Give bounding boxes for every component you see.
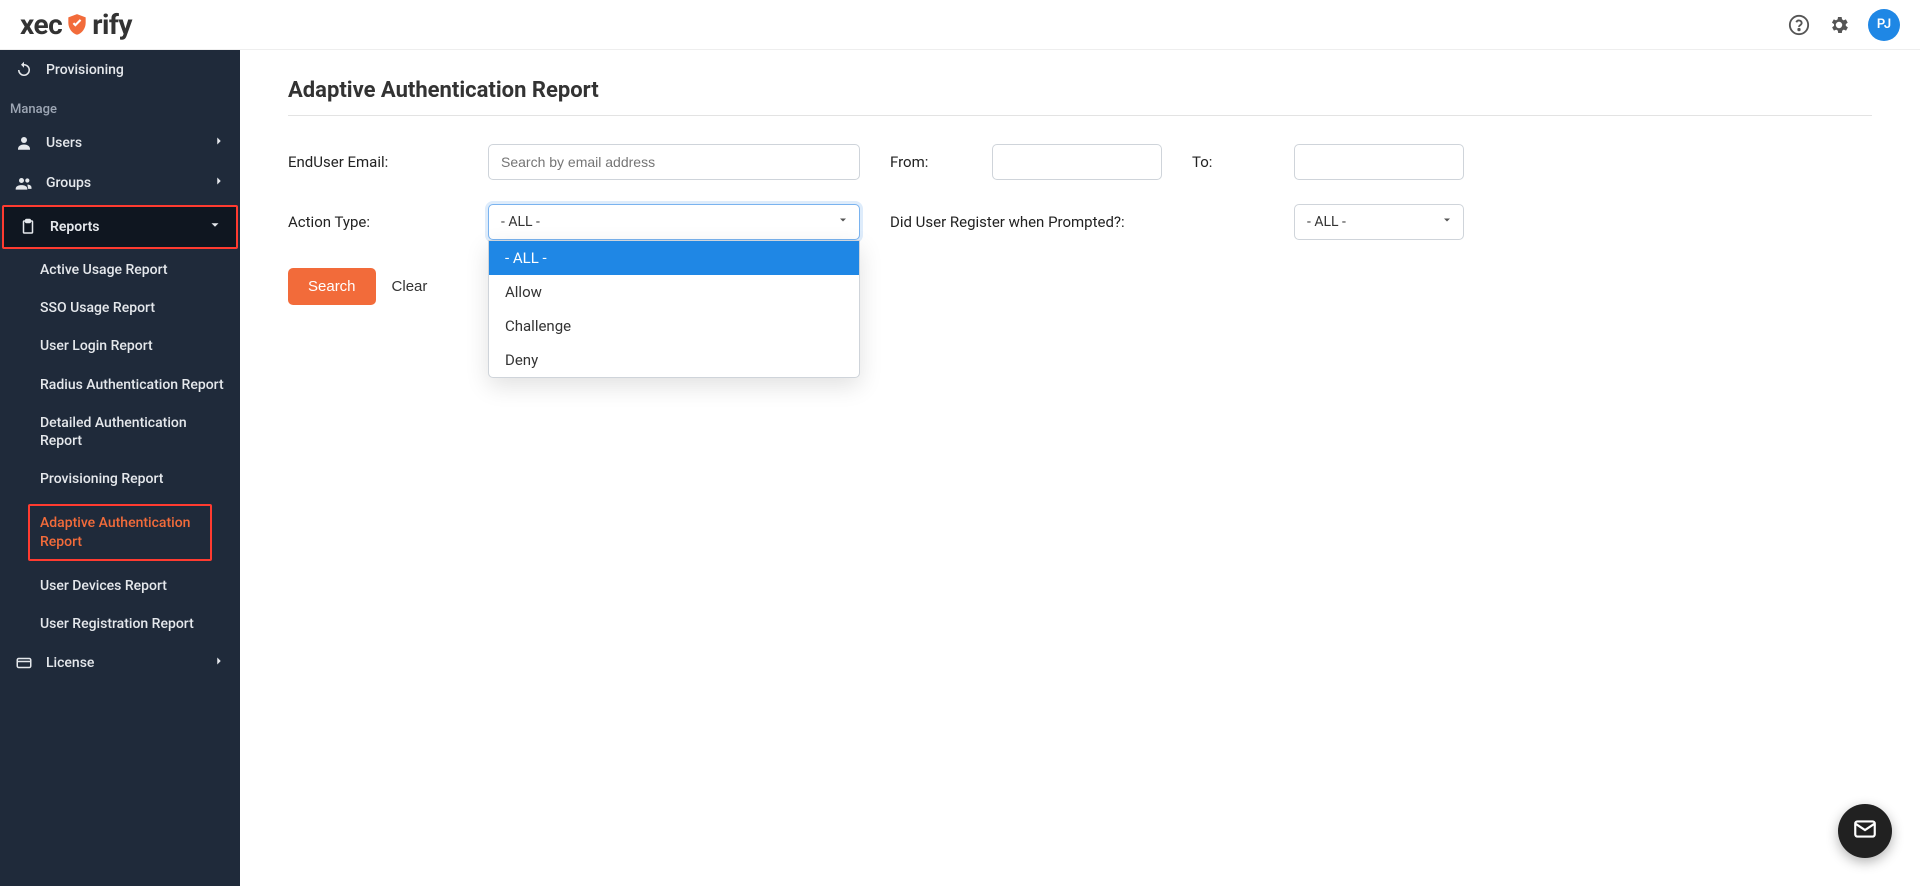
- action-type-label: Action Type:: [288, 213, 488, 231]
- sidebar-section-manage: Manage: [0, 90, 240, 123]
- action-type-select[interactable]: - ALL -: [488, 204, 860, 240]
- sidebar-item-reports[interactable]: Reports: [2, 205, 238, 249]
- sidebar-subitem-user-login[interactable]: User Login Report: [0, 327, 240, 365]
- sidebar-section-label: Manage: [10, 102, 57, 117]
- help-icon[interactable]: [1788, 14, 1810, 36]
- chevron-down-icon: [208, 218, 222, 236]
- chevron-right-icon: [212, 174, 226, 192]
- sidebar-item-provisioning[interactable]: Provisioning: [0, 50, 240, 90]
- dropdown-option-challenge[interactable]: Challenge: [489, 309, 859, 343]
- avatar-initials: PJ: [1877, 17, 1891, 32]
- sidebar-item-label: License: [46, 655, 94, 671]
- dropdown-option-allow[interactable]: Allow: [489, 275, 859, 309]
- clipboard-icon: [18, 217, 38, 237]
- filters: EndUser Email: From: To: Action Type:: [288, 144, 1872, 240]
- chevron-right-icon: [212, 654, 226, 672]
- sidebar-item-groups[interactable]: Groups: [0, 163, 240, 203]
- search-button[interactable]: Search: [288, 268, 376, 305]
- chevron-down-icon: [837, 214, 849, 230]
- dropdown-option-deny[interactable]: Deny: [489, 343, 859, 377]
- action-type-selected: - ALL -: [501, 214, 540, 230]
- chat-fab[interactable]: [1838, 804, 1892, 858]
- chevron-down-icon: [1441, 214, 1453, 230]
- card-icon: [14, 653, 34, 673]
- shield-check-icon: [64, 12, 90, 38]
- topbar-right: PJ: [1788, 9, 1900, 41]
- action-type-dropdown: - ALL - Allow Challenge Deny: [488, 240, 860, 378]
- sidebar-subitem-user-registration[interactable]: User Registration Report: [0, 605, 240, 643]
- register-prompt-selected: - ALL -: [1307, 214, 1346, 230]
- sidebar-item-users[interactable]: Users: [0, 123, 240, 163]
- brand-text-post: rify: [92, 8, 132, 41]
- sidebar-item-label: Groups: [46, 175, 91, 191]
- avatar[interactable]: PJ: [1868, 9, 1900, 41]
- brand-text-pre: xec: [20, 8, 62, 41]
- mail-icon: [1852, 816, 1878, 846]
- from-label: From:: [890, 153, 992, 171]
- register-prompt-select[interactable]: - ALL -: [1294, 204, 1464, 240]
- sidebar-item-label: Provisioning: [46, 62, 124, 78]
- sidebar-subitem-radius-auth[interactable]: Radius Authentication Report: [0, 366, 240, 404]
- sidebar-item-license[interactable]: License: [0, 643, 240, 683]
- filter-row-2: Action Type: - ALL - - ALL - Allow Chall…: [288, 204, 1872, 240]
- register-prompt-label: Did User Register when Prompted?:: [890, 213, 1294, 231]
- enduser-email-input[interactable]: [488, 144, 860, 180]
- enduser-email-label: EndUser Email:: [288, 153, 488, 171]
- sidebar-subitem-provisioning-report[interactable]: Provisioning Report: [0, 460, 240, 498]
- sidebar-subitem-active-usage[interactable]: Active Usage Report: [0, 251, 240, 289]
- sidebar-item-label: Users: [46, 135, 82, 151]
- groups-icon: [14, 173, 34, 193]
- sidebar-subitem-sso-usage[interactable]: SSO Usage Report: [0, 289, 240, 327]
- page-title: Adaptive Authentication Report: [288, 78, 1872, 103]
- chevron-right-icon: [212, 134, 226, 152]
- topbar: xec rify PJ: [0, 0, 1920, 50]
- sidebar: Provisioning Manage Users Groups: [0, 50, 240, 886]
- to-label: To:: [1192, 153, 1294, 171]
- to-date-input[interactable]: [1294, 144, 1464, 180]
- brand-logo: xec rify: [20, 8, 132, 41]
- sidebar-subitem-adaptive-auth[interactable]: Adaptive Authentication Report: [28, 504, 212, 560]
- sidebar-item-label: Reports: [50, 219, 100, 235]
- title-divider: [288, 115, 1872, 116]
- filter-row-1: EndUser Email: From: To:: [288, 144, 1872, 180]
- clear-button[interactable]: Clear: [392, 278, 428, 295]
- sidebar-subitem-detailed-auth[interactable]: Detailed Authentication Report: [0, 404, 240, 460]
- sync-icon: [14, 60, 34, 80]
- dropdown-option-all[interactable]: - ALL -: [489, 241, 859, 275]
- main-content: Adaptive Authentication Report EndUser E…: [240, 50, 1920, 886]
- from-date-input[interactable]: [992, 144, 1162, 180]
- gear-icon[interactable]: [1828, 14, 1850, 36]
- user-icon: [14, 133, 34, 153]
- sidebar-subitem-user-devices[interactable]: User Devices Report: [0, 567, 240, 605]
